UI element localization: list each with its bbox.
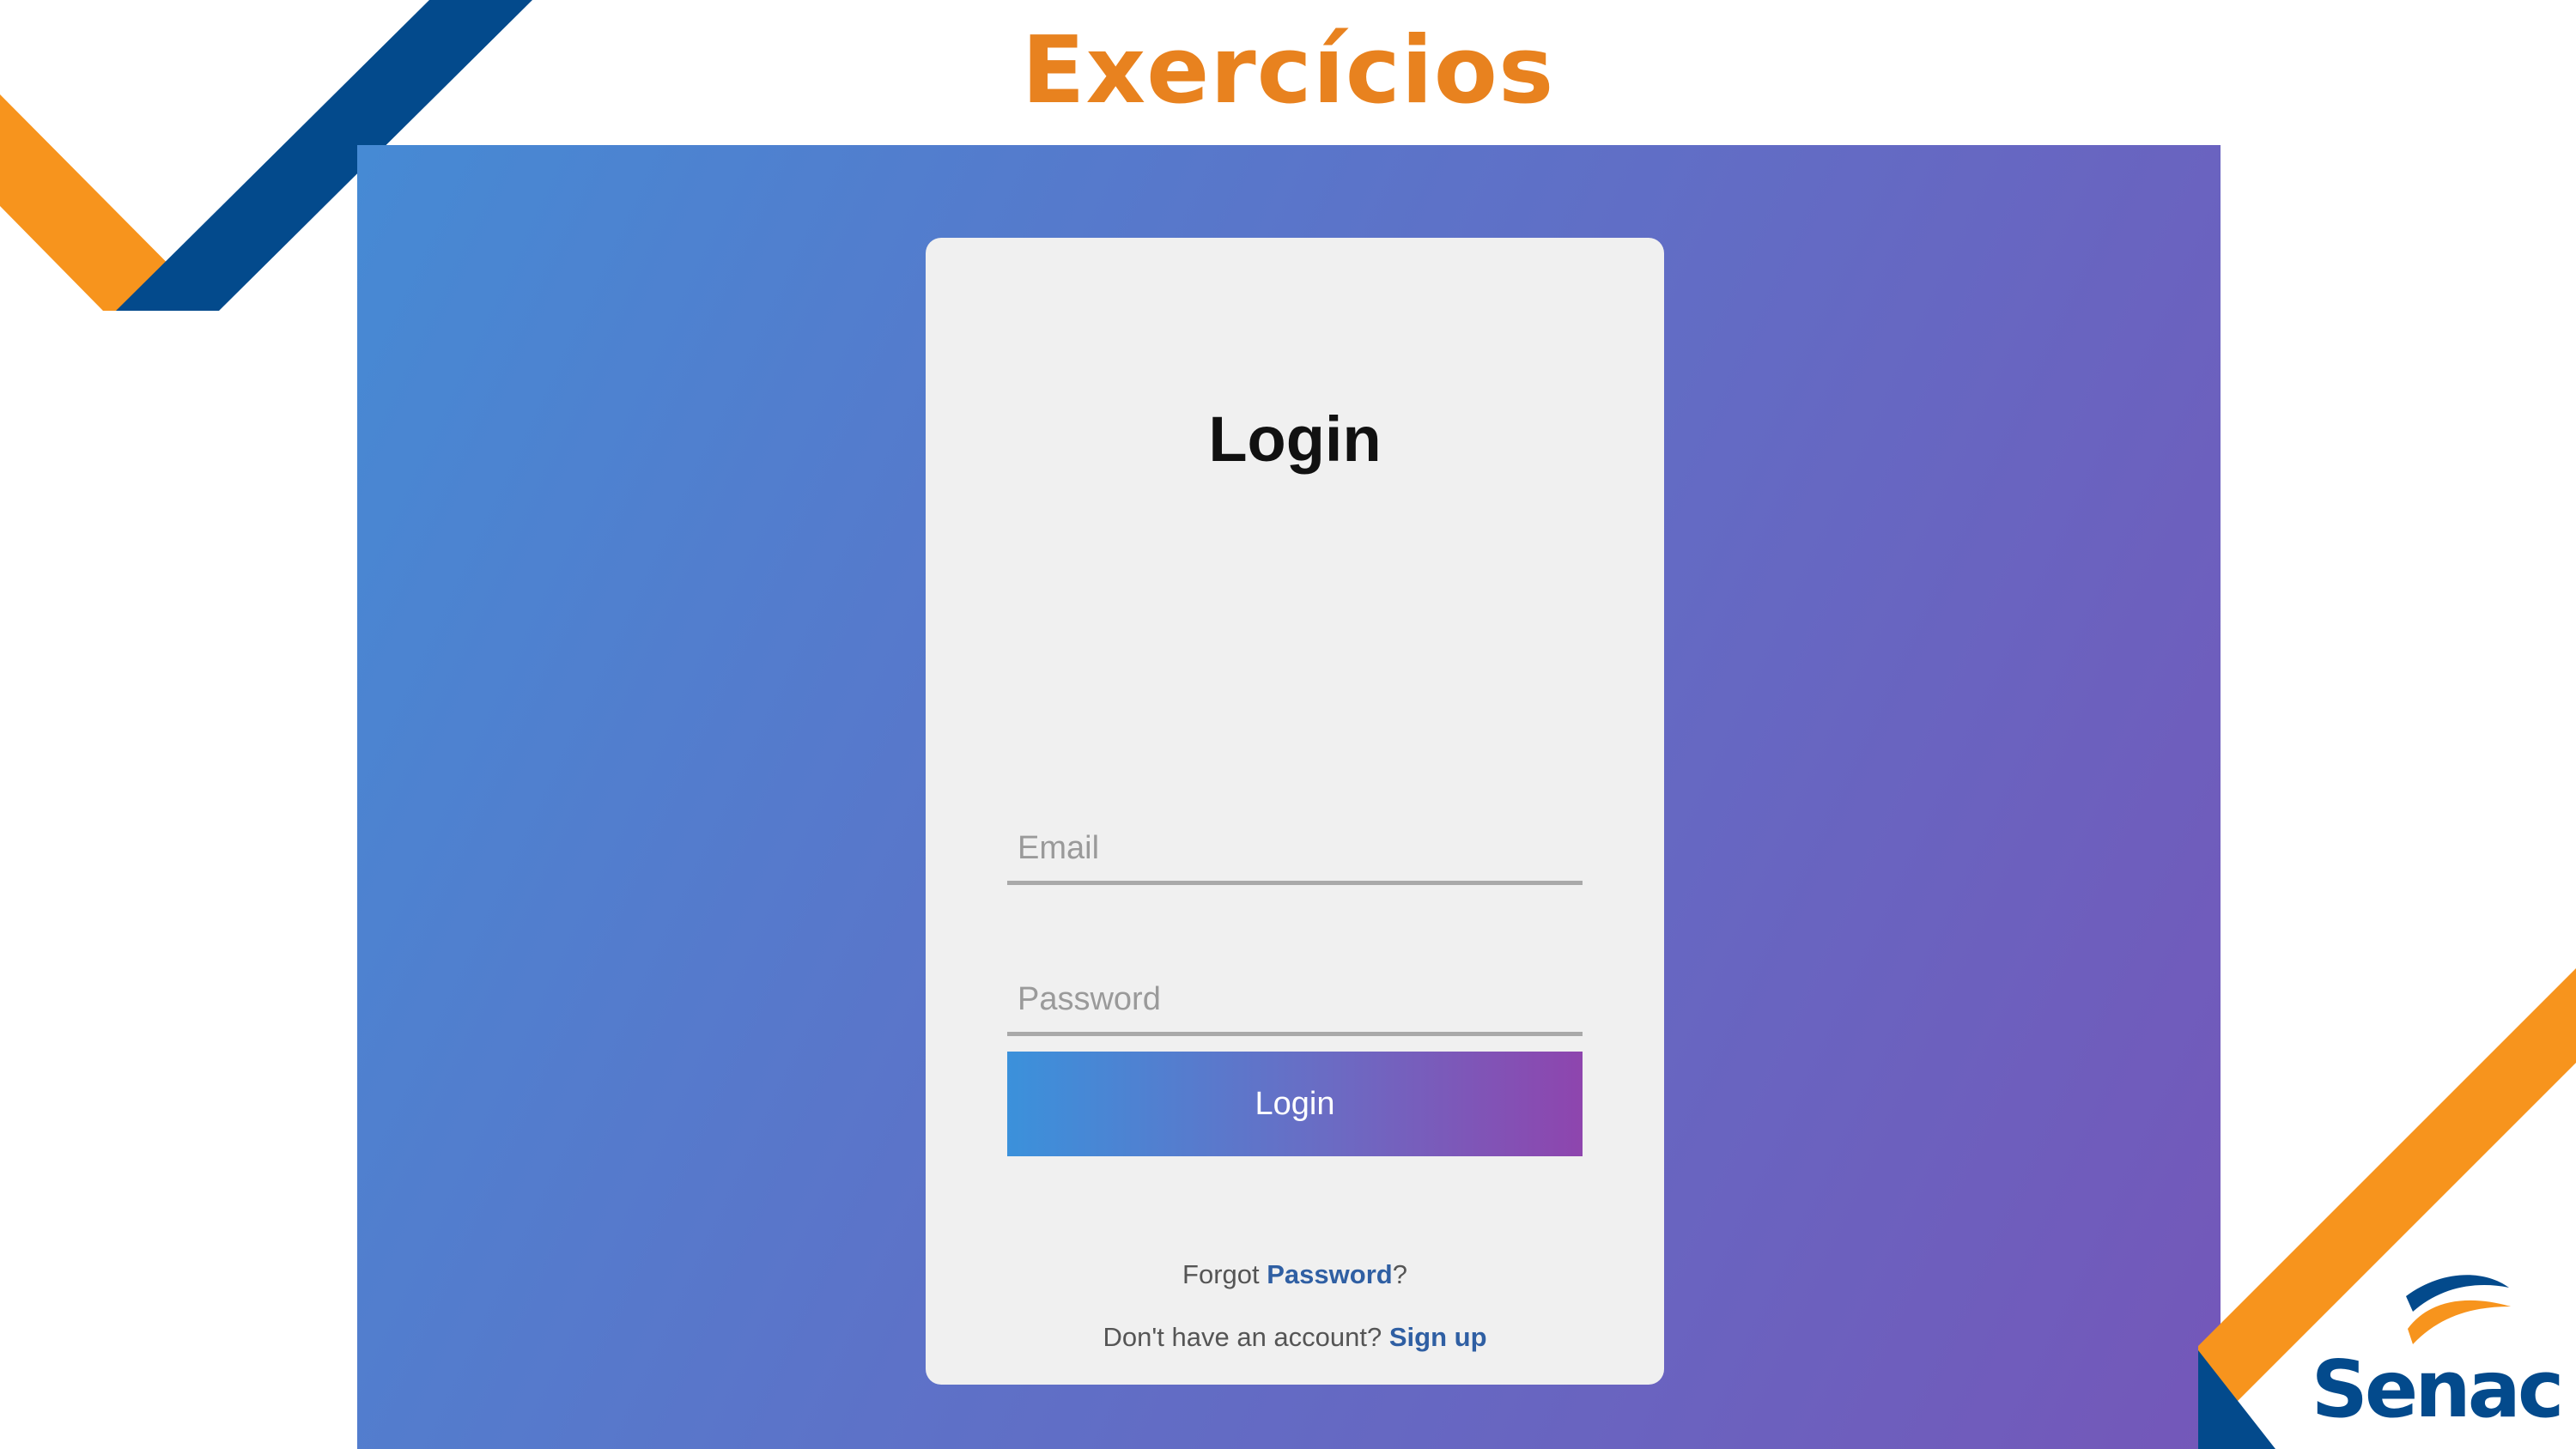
slide: Exercícios Login Login Forgot Password? …: [0, 0, 2576, 1449]
forgot-password-link[interactable]: Password: [1267, 1259, 1392, 1289]
senac-logo: Senac: [2312, 1275, 2561, 1434]
login-button[interactable]: Login: [1007, 1052, 1583, 1156]
slide-title: Exercícios: [1021, 17, 1555, 124]
password-field[interactable]: [1007, 967, 1583, 1036]
login-page-screenshot: Login Login Forgot Password? Don't have …: [357, 145, 2221, 1449]
svg-text:Senac: Senac: [2312, 1343, 2561, 1434]
email-field[interactable]: [1007, 816, 1583, 885]
forgot-suffix-text: ?: [1392, 1259, 1407, 1289]
forgot-password-row: Forgot Password?: [926, 1259, 1664, 1290]
login-heading: Login: [1208, 403, 1382, 475]
signup-row: Don't have an account? Sign up: [926, 1322, 1664, 1353]
forgot-prefix-text: Forgot: [1182, 1259, 1267, 1289]
login-card: Login Login Forgot Password? Don't have …: [926, 238, 1664, 1385]
signup-link[interactable]: Sign up: [1389, 1322, 1487, 1352]
signup-prefix-text: Don't have an account?: [1103, 1322, 1389, 1352]
